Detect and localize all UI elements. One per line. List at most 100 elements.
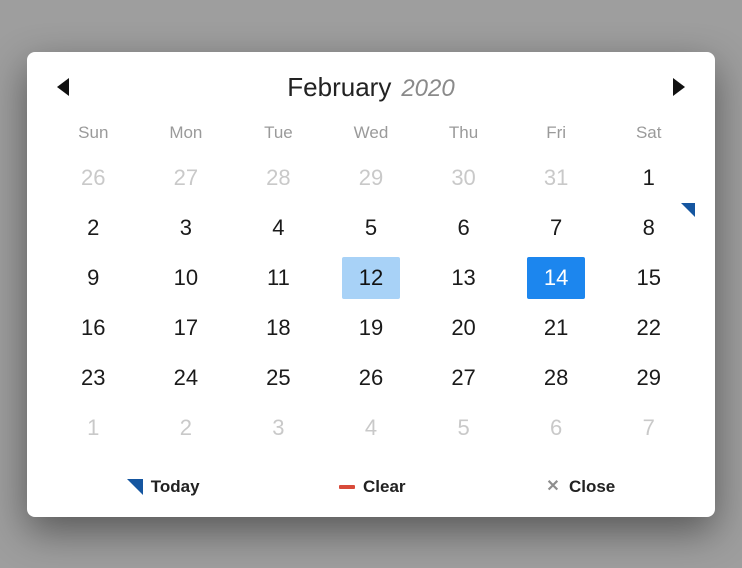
day-cell[interactable]: 5: [325, 203, 418, 253]
day-cell[interactable]: 3: [232, 403, 325, 453]
day-cell[interactable]: 7: [602, 403, 695, 453]
day-number: 27: [157, 157, 215, 199]
month-year-title[interactable]: February 2020: [287, 72, 454, 103]
day-cell[interactable]: 9: [47, 253, 140, 303]
day-cell[interactable]: 4: [232, 203, 325, 253]
day-number: 8: [620, 207, 678, 249]
day-cell[interactable]: 21: [510, 303, 603, 353]
day-cell[interactable]: 8: [602, 203, 695, 253]
day-number: 2: [64, 207, 122, 249]
day-cell[interactable]: 1: [602, 153, 695, 203]
day-number: 14: [527, 257, 585, 299]
day-number: 3: [157, 207, 215, 249]
day-number: 1: [620, 157, 678, 199]
day-cell[interactable]: 16: [47, 303, 140, 353]
day-number: 7: [620, 407, 678, 449]
day-cell[interactable]: 26: [47, 153, 140, 203]
day-number: 3: [249, 407, 307, 449]
day-cell[interactable]: 5: [417, 403, 510, 453]
day-number: 6: [435, 207, 493, 249]
day-cell[interactable]: 2: [47, 203, 140, 253]
footer-actions: Today Clear ✕ Close: [47, 459, 695, 503]
close-icon: ✕: [545, 479, 561, 495]
day-cell[interactable]: 7: [510, 203, 603, 253]
day-cell[interactable]: 23: [47, 353, 140, 403]
day-cell[interactable]: 29: [602, 353, 695, 403]
day-number: 5: [435, 407, 493, 449]
day-cell[interactable]: 19: [325, 303, 418, 353]
day-cell[interactable]: 28: [232, 153, 325, 203]
day-cell[interactable]: 14: [510, 253, 603, 303]
day-number: 11: [249, 257, 307, 299]
weekday-label: Thu: [417, 117, 510, 149]
day-cell[interactable]: 4: [325, 403, 418, 453]
day-number: 2: [157, 407, 215, 449]
day-cell[interactable]: 26: [325, 353, 418, 403]
day-number: 22: [620, 307, 678, 349]
day-number: 29: [342, 157, 400, 199]
day-cell[interactable]: 31: [510, 153, 603, 203]
close-label: Close: [569, 477, 615, 497]
day-cell[interactable]: 11: [232, 253, 325, 303]
day-number: 19: [342, 307, 400, 349]
day-number: 26: [64, 157, 122, 199]
day-cell[interactable]: 28: [510, 353, 603, 403]
clear-label: Clear: [363, 477, 406, 497]
year-label: 2020: [401, 75, 454, 103]
clear-icon: [339, 479, 355, 495]
day-cell[interactable]: 10: [140, 253, 233, 303]
day-number: 15: [620, 257, 678, 299]
day-number: 5: [342, 207, 400, 249]
day-cell[interactable]: 13: [417, 253, 510, 303]
prev-month-button[interactable]: [53, 74, 75, 100]
next-month-button[interactable]: [667, 74, 689, 100]
day-cell[interactable]: 22: [602, 303, 695, 353]
day-number: 7: [527, 207, 585, 249]
weekday-label: Mon: [140, 117, 233, 149]
day-number: 17: [157, 307, 215, 349]
weekday-label: Fri: [510, 117, 603, 149]
month-label: February: [287, 72, 391, 103]
day-number: 24: [157, 357, 215, 399]
today-button[interactable]: Today: [127, 477, 200, 497]
day-cell[interactable]: 30: [417, 153, 510, 203]
weekday-label: Sat: [602, 117, 695, 149]
day-cell[interactable]: 18: [232, 303, 325, 353]
day-cell[interactable]: 1: [47, 403, 140, 453]
day-number: 4: [342, 407, 400, 449]
day-cell[interactable]: 6: [417, 203, 510, 253]
day-cell[interactable]: 2: [140, 403, 233, 453]
day-cell[interactable]: 27: [417, 353, 510, 403]
day-cell[interactable]: 20: [417, 303, 510, 353]
day-number: 21: [527, 307, 585, 349]
clear-button[interactable]: Clear: [339, 477, 406, 497]
close-button[interactable]: ✕ Close: [545, 477, 615, 497]
day-number: 30: [435, 157, 493, 199]
day-cell[interactable]: 15: [602, 253, 695, 303]
day-cell[interactable]: 27: [140, 153, 233, 203]
day-cell[interactable]: 24: [140, 353, 233, 403]
day-grid: 2627282930311234567891011121314151617181…: [47, 153, 695, 453]
day-number: 28: [527, 357, 585, 399]
day-cell[interactable]: 12: [325, 253, 418, 303]
day-cell[interactable]: 25: [232, 353, 325, 403]
day-cell[interactable]: 6: [510, 403, 603, 453]
triangle-left-icon: [55, 76, 73, 98]
date-picker: February 2020 SunMonTueWedThuFriSat 2627…: [27, 52, 715, 517]
day-number: 28: [249, 157, 307, 199]
day-cell[interactable]: 17: [140, 303, 233, 353]
weekday-row: SunMonTueWedThuFriSat: [47, 113, 695, 153]
day-number: 18: [249, 307, 307, 349]
today-marker-icon: [127, 479, 143, 495]
day-cell[interactable]: 3: [140, 203, 233, 253]
day-number: 20: [435, 307, 493, 349]
day-number: 6: [527, 407, 585, 449]
calendar-header: February 2020: [47, 68, 695, 113]
day-number: 4: [249, 207, 307, 249]
day-number: 25: [249, 357, 307, 399]
weekday-label: Sun: [47, 117, 140, 149]
day-number: 26: [342, 357, 400, 399]
day-number: 27: [435, 357, 493, 399]
day-cell[interactable]: 29: [325, 153, 418, 203]
day-number: 12: [342, 257, 400, 299]
